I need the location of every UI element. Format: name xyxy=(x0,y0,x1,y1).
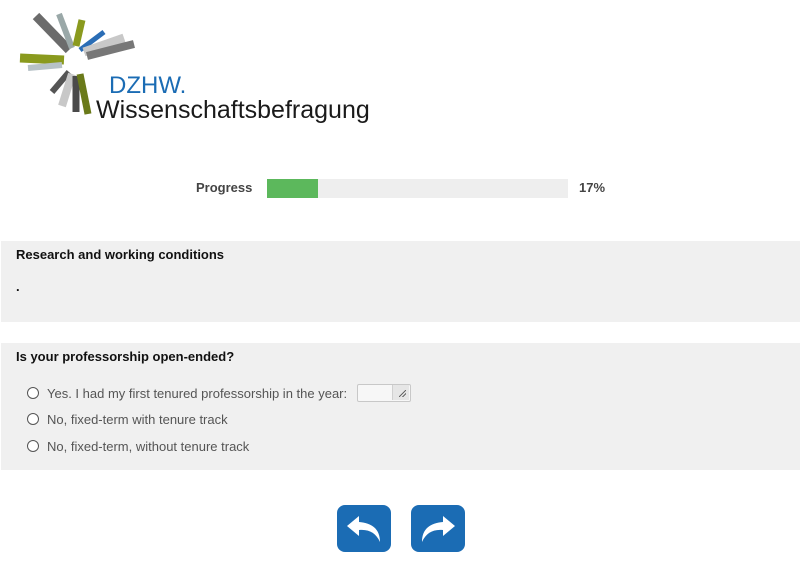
question-panel: Is your professorship open-ended? Yes. I… xyxy=(1,343,800,470)
option-fixed-term-no-tenure-track[interactable]: No, fixed-term, without tenure track xyxy=(27,437,249,455)
resize-handle-icon[interactable] xyxy=(392,385,410,400)
progress-bar xyxy=(267,179,568,198)
tenure-year-input[interactable] xyxy=(357,384,412,402)
option-fixed-term-tenure-track[interactable]: No, fixed-term with tenure track xyxy=(27,410,228,428)
progress-bar-fill xyxy=(267,179,319,198)
option-yes-tenured[interactable]: Yes. I had my first tenured professorshi… xyxy=(27,384,412,402)
dzhw-logo: DZHW. Wissenschaftsbefragung xyxy=(14,10,394,125)
radio-yes-tenured[interactable] xyxy=(27,387,39,399)
next-button[interactable] xyxy=(411,505,465,552)
logo-survey-name: Wissenschaftsbefragung xyxy=(96,96,370,124)
option-label: Yes. I had my first tenured professorshi… xyxy=(47,385,348,401)
question-title: Is your professorship open-ended? xyxy=(16,349,235,364)
progress-row: Progress 17% xyxy=(0,178,801,200)
back-arrow-icon xyxy=(347,515,380,542)
progress-label: Progress xyxy=(196,180,253,195)
section-text: . xyxy=(16,279,20,294)
progress-percent: 17% xyxy=(579,180,606,195)
option-label: No, fixed-term with tenure track xyxy=(47,411,228,427)
section-intro: Research and working conditions . xyxy=(1,241,800,322)
radio-fixed-term-no-tenure-track[interactable] xyxy=(27,440,39,452)
section-title: Research and working conditions xyxy=(16,247,225,262)
option-label: No, fixed-term, without tenure track xyxy=(47,438,250,454)
radio-fixed-term-tenure-track[interactable] xyxy=(27,413,39,425)
forward-arrow-icon xyxy=(422,515,455,542)
back-button[interactable] xyxy=(337,505,391,552)
